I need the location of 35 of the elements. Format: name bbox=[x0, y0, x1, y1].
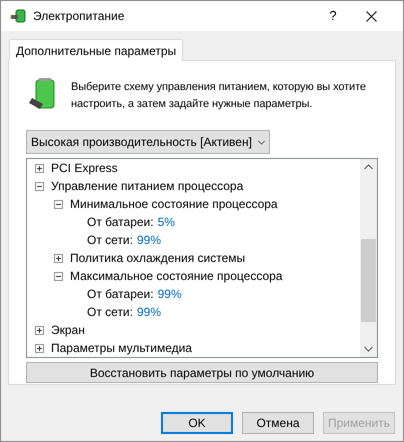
setting-label: От сети: bbox=[87, 304, 133, 321]
collapse-icon[interactable] bbox=[54, 200, 63, 208]
expand-icon[interactable] bbox=[35, 326, 44, 334]
setting-label: От сети: bbox=[87, 232, 133, 249]
setting-label: От батареи: bbox=[87, 286, 154, 303]
tree-item[interactable]: Экран bbox=[51, 321, 85, 339]
tree-item[interactable]: PCI Express bbox=[51, 159, 118, 177]
dialog-button[interactable]: OK bbox=[161, 412, 233, 434]
tab[interactable]: Дополнительные параметры bbox=[9, 39, 184, 61]
collapse-icon[interactable] bbox=[35, 182, 44, 190]
tree-item[interactable]: Управление питанием процессора bbox=[51, 177, 244, 195]
expand-icon[interactable] bbox=[35, 164, 44, 172]
plan-dropdown[interactable]: Высокая производительность [Активен] bbox=[26, 130, 270, 154]
expand-icon[interactable] bbox=[54, 254, 63, 262]
scroll-thumb[interactable] bbox=[361, 239, 376, 322]
scrollbar[interactable] bbox=[360, 159, 377, 357]
help-button[interactable]: ? bbox=[318, 1, 348, 31]
setting-value[interactable]: 99% bbox=[158, 285, 182, 303]
power-plug-icon bbox=[10, 8, 27, 24]
setting-value[interactable]: 99% bbox=[136, 303, 162, 321]
setting-value[interactable]: 99% bbox=[136, 231, 162, 249]
restore-defaults-button[interactable]: Восстановить параметры по умолчанию bbox=[26, 362, 378, 383]
chevron-down-icon bbox=[258, 140, 265, 144]
tree-item[interactable]: Политика охлаждения системы bbox=[70, 249, 246, 267]
dialog-button[interactable]: Отмена bbox=[242, 412, 314, 434]
close-icon bbox=[366, 10, 376, 22]
description-text: Выберите схему управления питанием, которую вы хотите настроить, а затем задайте нужные параметры. bbox=[71, 80, 367, 112]
setting-value[interactable]: 5% bbox=[158, 213, 175, 231]
setting-label: От батареи: bbox=[87, 214, 154, 231]
tree-item[interactable]: Максимальное состояние процессора bbox=[70, 267, 282, 285]
expand-icon[interactable] bbox=[35, 344, 44, 352]
tree-item[interactable]: Параметры мультимедиа bbox=[51, 339, 192, 357]
collapse-icon[interactable] bbox=[54, 272, 63, 280]
tree-item[interactable]: Минимальное состояние процессора bbox=[70, 195, 278, 213]
window-title: Электропитание bbox=[33, 8, 124, 25]
